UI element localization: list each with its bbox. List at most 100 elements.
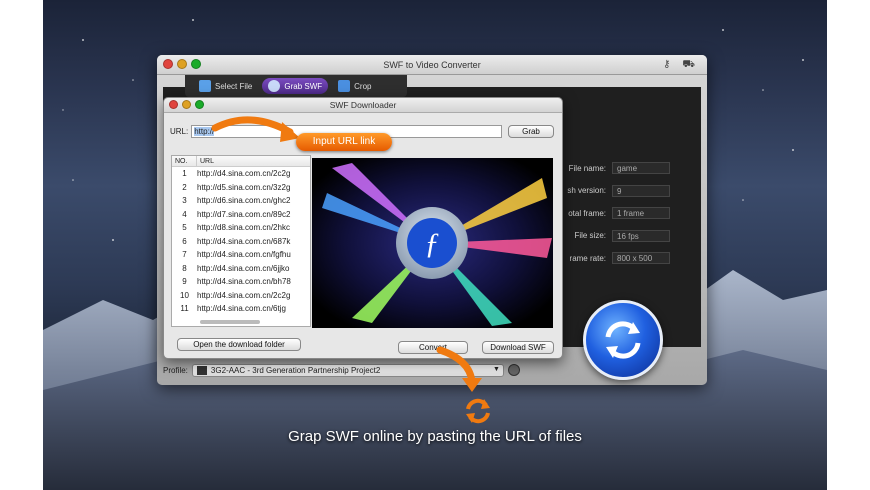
select-file-button[interactable]: Select File: [193, 78, 258, 94]
property-label: rame rate:: [569, 253, 606, 263]
url-list-rows: 1 http://d4.sina.com.cn/2c2g 2 http://d5.si…: [172, 167, 310, 316]
download-swf-button[interactable]: Download SWF: [482, 341, 554, 354]
list-item-number: 5: [182, 223, 187, 233]
url-input-value: http://: [194, 127, 215, 136]
list-item-url: http://d7.sina.com.cn/89c2: [197, 209, 291, 219]
main-toolbar: Select File Grab SWF Crop: [185, 75, 407, 97]
list-item-url: http://d8.sina.com.cn/2hkc: [197, 223, 290, 233]
profile-value: 3G2-AAC - 3rd Generation Partnership Pro…: [210, 365, 381, 375]
list-item[interactable]: 5 http://d8.sina.com.cn/2hkc: [172, 221, 310, 235]
downloader-title: SWF Downloader: [329, 100, 397, 110]
grab-button[interactable]: Grab: [508, 125, 554, 138]
grab-swf-icon: [268, 80, 281, 92]
list-item-url: http://d4.sina.com.cn/2c2g: [197, 290, 291, 300]
tool-label: Crop: [354, 81, 372, 91]
property-value: game: [612, 162, 670, 175]
url-list: NO. URL 1 http://d4.sina.com.cn/2c2g 2 http…: [171, 155, 311, 327]
list-item-url: http://d4.sina.com.cn/bh78: [197, 277, 291, 287]
main-titlebar: SWF to Video Converter ⚷ ⛟: [157, 55, 707, 75]
list-item-url: http://d4.sina.com.cn/fgfhu: [197, 250, 291, 260]
convert-round-button[interactable]: [583, 300, 663, 380]
list-item[interactable]: 9 http://d4.sina.com.cn/bh78: [172, 275, 310, 289]
downloader-close-button[interactable]: [169, 100, 178, 109]
profile-bar: Profile: 3G2-AAC - 3rd Generation Partne…: [163, 361, 553, 379]
list-item-url: http://d4.sina.com.cn/6jjko: [197, 263, 290, 273]
grab-swf-button[interactable]: Grab SWF: [262, 78, 329, 94]
flash-preview-image: ƒ: [312, 158, 553, 328]
property-value: 16 fps: [612, 229, 670, 242]
close-button[interactable]: [163, 59, 173, 69]
list-item[interactable]: 1 http://d4.sina.com.cn/2c2g: [172, 167, 310, 181]
list-item[interactable]: 6 http://d4.sina.com.cn/687k: [172, 235, 310, 249]
caption-text: Grap SWF online by pasting the URL of fi…: [288, 428, 582, 445]
input-url-callout: Input URL link: [296, 133, 392, 151]
key-icon[interactable]: ⚷: [663, 55, 670, 75]
property-row: rame rate: 800 x 500: [556, 247, 706, 270]
tool-label: Select File: [215, 81, 253, 91]
list-item[interactable]: 8 http://d4.sina.com.cn/6jjko: [172, 262, 310, 276]
profile-settings-button[interactable]: [507, 364, 520, 376]
list-item[interactable]: 11 http://d4.sina.com.cn/6tjg: [172, 302, 310, 316]
list-item-url: http://d4.sina.com.cn/6tjg: [197, 304, 286, 314]
list-item[interactable]: 2 http://d5.sina.com.cn/3z2g: [172, 181, 310, 195]
property-row: otal frame: 1 frame: [556, 202, 706, 225]
profile-select[interactable]: 3G2-AAC - 3rd Generation Partnership Pro…: [191, 363, 504, 377]
property-label: otal frame:: [568, 208, 606, 218]
convert-button[interactable]: Convert: [398, 341, 468, 354]
list-item-url: http://d4.sina.com.cn/2c2g: [197, 169, 291, 179]
convert-refresh-icon: [605, 321, 641, 359]
property-value: 9: [612, 184, 670, 197]
list-item-number: 4: [182, 209, 187, 219]
main-window-title: SWF to Video Converter: [383, 60, 481, 70]
property-value: 1 frame: [612, 207, 670, 220]
horizontal-scrollbar[interactable]: [200, 320, 260, 324]
crop-button[interactable]: Crop: [332, 78, 377, 94]
swf-preview: ƒ: [312, 158, 553, 328]
list-item[interactable]: 4 http://d7.sina.com.cn/89c2: [172, 208, 310, 222]
column-header-no[interactable]: NO.: [172, 156, 197, 166]
url-list-header: NO. URL: [172, 156, 310, 167]
list-item-url: http://d4.sina.com.cn/687k: [197, 236, 291, 246]
url-label: URL:: [170, 127, 189, 136]
tool-label: Grab SWF: [284, 81, 323, 91]
window-controls: [163, 59, 201, 69]
list-item-number: 2: [182, 182, 187, 192]
downloader-window-controls: [169, 100, 204, 109]
column-header-url[interactable]: URL: [197, 156, 214, 166]
list-item-url: http://d5.sina.com.cn/3z2g: [197, 182, 291, 192]
property-label: File name:: [568, 163, 606, 173]
list-item-number: 6: [182, 236, 187, 246]
property-row: sh version: 9: [556, 180, 706, 203]
zoom-button[interactable]: [191, 59, 201, 69]
list-item-number: 7: [182, 250, 187, 260]
list-item-number: 10: [180, 290, 189, 300]
list-item-number: 9: [182, 277, 187, 287]
titlebar-icons: ⚷ ⛟: [663, 55, 695, 75]
profile-format-icon: [196, 365, 207, 375]
minimize-button[interactable]: [177, 59, 187, 69]
property-value: 800 x 500: [612, 252, 670, 265]
downloader-zoom-button[interactable]: [195, 100, 204, 109]
crop-icon: [338, 80, 351, 92]
list-item[interactable]: 3 http://d6.sina.com.cn/ghc2: [172, 194, 310, 208]
flash-logo-icon: ƒ: [425, 227, 440, 260]
profile-label: Profile:: [163, 365, 188, 375]
list-item-number: 11: [180, 304, 189, 314]
left-margin: [0, 0, 43, 490]
downloader-minimize-button[interactable]: [182, 100, 191, 109]
downloader-titlebar: SWF Downloader: [164, 98, 562, 113]
list-item[interactable]: 7 http://d4.sina.com.cn/fgfhu: [172, 248, 310, 262]
property-row: File name: game: [556, 157, 706, 180]
property-label: sh version:: [567, 186, 606, 196]
dropdown-arrow-icon: ▼: [492, 365, 500, 373]
select-file-icon: [199, 80, 211, 92]
property-row: File size: 16 fps: [556, 225, 706, 248]
right-margin: [827, 0, 870, 490]
list-item-number: 8: [182, 263, 187, 273]
cart-icon[interactable]: ⛟: [682, 55, 695, 75]
property-label: File size:: [574, 231, 606, 241]
list-item[interactable]: 10 http://d4.sina.com.cn/2c2g: [172, 289, 310, 303]
list-item-number: 1: [182, 169, 187, 179]
open-download-folder-button[interactable]: Open the download folder: [177, 338, 301, 351]
swf-properties: File name: game sh version: 9 otal frame…: [556, 157, 706, 270]
